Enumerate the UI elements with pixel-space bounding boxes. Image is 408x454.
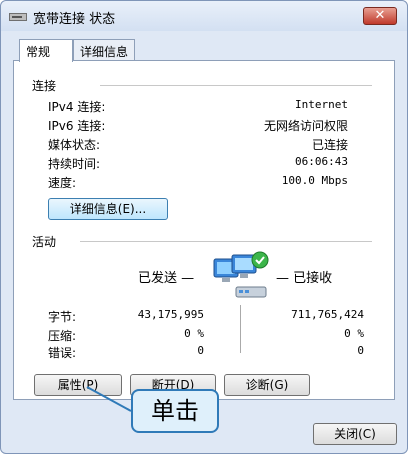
- click-callout: 单击: [131, 389, 219, 433]
- media-state-label: 媒体状态:: [48, 138, 101, 152]
- bytes-received-value: 711,765,424: [291, 308, 364, 321]
- general-panel: 连接 IPv4 连接: Internet IPv6 连接: 无网络访问权限 媒体…: [13, 60, 395, 400]
- tab-general[interactable]: 常规: [19, 39, 73, 62]
- speed-value: 100.0 Mbps: [281, 174, 348, 187]
- errors-received-value: 0: [357, 344, 364, 357]
- ipv6-label: IPv6 连接:: [48, 119, 106, 133]
- close-icon[interactable]: ✕: [363, 7, 397, 25]
- activity-section-label: 活动: [32, 235, 57, 249]
- details-button[interactable]: 详细信息(E)...: [48, 198, 168, 220]
- ipv4-label: IPv4 连接:: [48, 100, 106, 114]
- received-label: — 已接收: [276, 271, 333, 286]
- diagnose-button[interactable]: 诊断(G): [224, 374, 310, 396]
- compression-sent-value: 0 %: [184, 327, 204, 340]
- network-icon: [9, 13, 27, 21]
- errors-sent-value: 0: [197, 344, 204, 357]
- speed-label: 速度:: [48, 176, 77, 190]
- compression-label: 压缩:: [48, 329, 77, 343]
- sent-label: 已发送 —: [138, 271, 195, 286]
- section-divider: [80, 241, 372, 242]
- ipv6-value: 无网络访问权限: [263, 119, 348, 133]
- status-window: 宽带连接 状态 ✕ 常规 详细信息 连接 IPv4 连接: Internet I…: [0, 0, 408, 454]
- close-button[interactable]: 关闭(C): [313, 423, 397, 445]
- bytes-sent-value: 43,175,995: [137, 308, 204, 321]
- bytes-label: 字节:: [48, 310, 77, 324]
- title-bar: 宽带连接 状态 ✕: [1, 1, 407, 31]
- duration-value: 06:06:43: [295, 155, 348, 168]
- media-state-value: 已连接: [311, 138, 348, 152]
- connection-section-label: 连接: [32, 79, 57, 93]
- duration-label: 持续时间:: [48, 157, 101, 171]
- compression-received-value: 0 %: [344, 327, 364, 340]
- tab-details[interactable]: 详细信息: [73, 39, 135, 61]
- network-activity-icon: [213, 251, 269, 298]
- activity-divider: [240, 305, 241, 353]
- window-title: 宽带连接 状态: [33, 12, 116, 27]
- errors-label: 错误:: [48, 346, 77, 360]
- section-divider: [100, 85, 372, 86]
- ipv4-value: Internet: [295, 98, 348, 111]
